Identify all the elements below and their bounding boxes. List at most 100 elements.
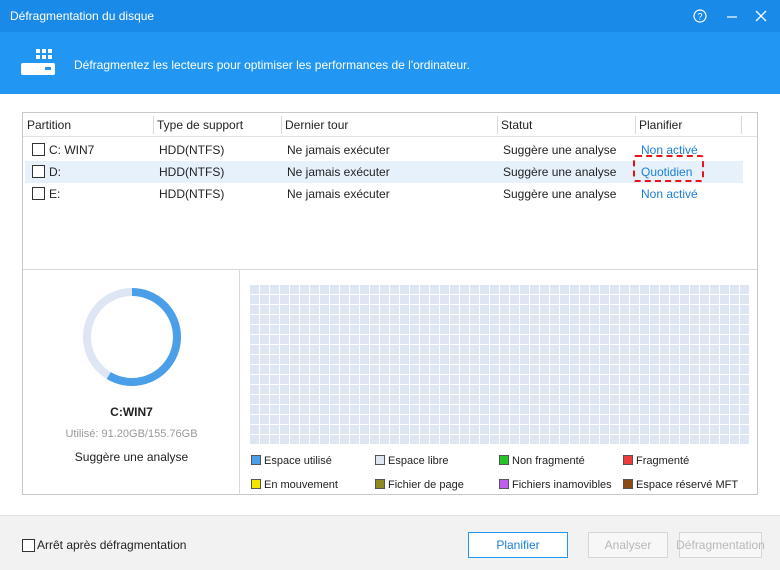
cluster-block xyxy=(480,435,489,444)
cluster-block xyxy=(530,355,539,364)
cluster-block xyxy=(500,305,509,314)
cluster-block xyxy=(470,345,479,354)
cluster-block xyxy=(310,395,319,404)
cluster-block xyxy=(280,345,289,354)
cluster-block xyxy=(510,425,519,434)
close-icon[interactable] xyxy=(751,6,771,26)
cluster-block xyxy=(410,375,419,384)
row-checkbox[interactable] xyxy=(32,187,45,200)
cluster-block xyxy=(320,415,329,424)
cluster-block xyxy=(530,385,539,394)
cluster-block xyxy=(550,435,559,444)
cluster-block xyxy=(400,315,409,324)
cluster-block xyxy=(560,415,569,424)
cluster-block xyxy=(610,335,619,344)
analyze-button[interactable]: Analyser xyxy=(588,532,668,558)
cluster-block xyxy=(320,365,329,374)
cluster-block xyxy=(610,425,619,434)
cluster-block xyxy=(700,415,709,424)
cluster-block xyxy=(470,365,479,374)
cluster-block xyxy=(630,435,639,444)
cluster-block xyxy=(740,365,749,374)
table-row[interactable]: D: HDD(NTFS) Ne jamais exécuter Suggère … xyxy=(25,155,743,183)
cluster-block xyxy=(300,425,309,434)
cluster-block xyxy=(460,375,469,384)
cluster-block xyxy=(250,285,259,294)
cluster-block xyxy=(290,325,299,334)
cluster-block xyxy=(670,365,679,374)
cluster-block xyxy=(340,395,349,404)
cluster-block xyxy=(280,375,289,384)
cluster-block xyxy=(290,335,299,344)
cluster-block xyxy=(290,315,299,324)
cluster-block xyxy=(480,335,489,344)
cluster-block xyxy=(590,395,599,404)
cluster-block xyxy=(470,305,479,314)
cluster-block xyxy=(540,405,549,414)
cluster-block xyxy=(710,355,719,364)
cluster-block xyxy=(670,345,679,354)
defragment-button[interactable]: Défragmentation xyxy=(676,532,765,558)
cluster-block xyxy=(360,415,369,424)
cluster-block xyxy=(390,315,399,324)
cluster-block xyxy=(280,305,289,314)
cluster-block xyxy=(410,315,419,324)
schedule-link[interactable]: Non activé xyxy=(641,187,698,201)
row-checkbox[interactable] xyxy=(32,143,45,156)
schedule-button[interactable]: Planifier xyxy=(468,532,568,558)
cluster-block xyxy=(390,415,399,424)
cluster-block xyxy=(530,375,539,384)
cluster-block xyxy=(720,385,729,394)
cluster-block xyxy=(670,375,679,384)
cluster-block xyxy=(340,295,349,304)
help-icon[interactable]: ? xyxy=(690,6,710,26)
cluster-block xyxy=(620,425,629,434)
cluster-block xyxy=(310,355,319,364)
cluster-block xyxy=(710,375,719,384)
cluster-block xyxy=(660,335,669,344)
cluster-block xyxy=(330,355,339,364)
cluster-block xyxy=(450,335,459,344)
cluster-block xyxy=(490,415,499,424)
cluster-block xyxy=(550,365,559,374)
shutdown-checkbox[interactable] xyxy=(22,539,35,552)
cluster-block xyxy=(270,395,279,404)
cluster-block xyxy=(650,365,659,374)
cluster-block xyxy=(710,365,719,374)
minimize-icon[interactable] xyxy=(722,6,742,26)
row-checkbox[interactable] xyxy=(32,165,45,178)
cluster-block xyxy=(610,305,619,314)
cluster-block xyxy=(430,285,439,294)
cluster-block xyxy=(640,395,649,404)
cluster-block xyxy=(280,335,289,344)
table-row[interactable]: E: HDD(NTFS) Ne jamais exécuter Suggère … xyxy=(25,183,743,205)
cluster-block xyxy=(500,295,509,304)
cluster-block xyxy=(530,435,539,444)
cluster-block xyxy=(400,405,409,414)
cluster-block xyxy=(560,335,569,344)
cluster-block xyxy=(580,295,589,304)
cluster-block xyxy=(340,425,349,434)
cluster-block xyxy=(400,305,409,314)
cluster-block xyxy=(740,285,749,294)
cluster-block xyxy=(480,395,489,404)
cluster-block xyxy=(460,425,469,434)
cluster-block xyxy=(340,405,349,414)
cluster-block xyxy=(440,395,449,404)
cluster-block xyxy=(710,405,719,414)
cluster-block xyxy=(680,355,689,364)
cluster-block xyxy=(510,295,519,304)
cluster-block xyxy=(350,365,359,374)
cluster-block xyxy=(440,405,449,414)
cluster-block xyxy=(640,305,649,314)
cluster-block xyxy=(450,355,459,364)
cluster-block xyxy=(250,375,259,384)
cluster-block xyxy=(660,295,669,304)
partition-name: E: xyxy=(49,187,61,201)
last-run: Ne jamais exécuter xyxy=(287,143,390,157)
cluster-block xyxy=(500,365,509,374)
cluster-block xyxy=(570,435,579,444)
partition-name: C: WIN7 xyxy=(49,143,95,157)
cluster-block xyxy=(310,385,319,394)
cluster-block xyxy=(430,395,439,404)
